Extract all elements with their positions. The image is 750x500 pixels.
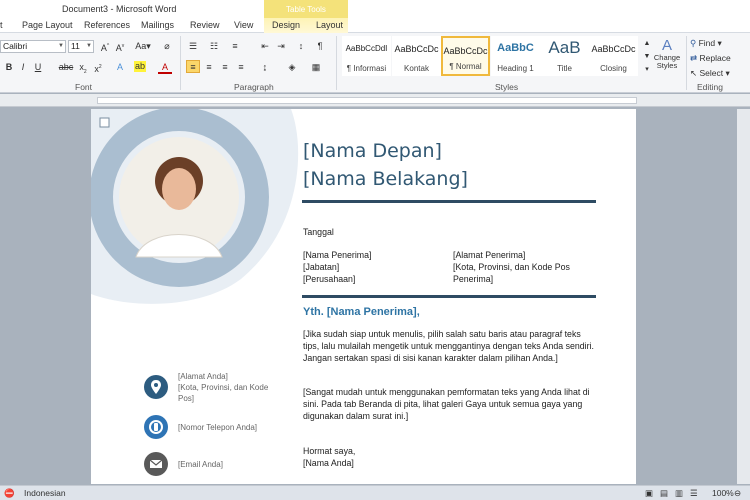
ribbon-tab-bar: t Page Layout References Mailings Review…: [0, 18, 750, 33]
tab-layout[interactable]: Layout: [316, 20, 343, 30]
contact-phone[interactable]: [Nomor Telepon Anda]: [178, 423, 257, 433]
vertical-scrollbar[interactable]: [737, 109, 750, 484]
contact-address-line2[interactable]: [Kota, Provinsi, dan Kode: [178, 383, 268, 393]
style-title[interactable]: AaB Title: [540, 36, 589, 76]
font-color-icon[interactable]: A: [158, 61, 172, 74]
table-tools-context-label: Table Tools: [264, 0, 348, 18]
last-name-heading[interactable]: [Nama Belakang]: [303, 168, 468, 190]
body-paragraph-1[interactable]: [Jika sudah siap untuk menulis, pilih sa…: [303, 328, 595, 364]
font-name-combo[interactable]: Calibri ▼: [0, 40, 66, 53]
style-kontak[interactable]: AaBbCcDc Kontak: [392, 36, 441, 76]
ruler-track: [97, 97, 637, 104]
styles-group-label: Styles: [495, 82, 519, 92]
group-separator: [180, 36, 181, 90]
binoculars-icon: ⚲: [690, 38, 699, 48]
style-closing[interactable]: AaBbCcDc Closing: [589, 36, 638, 76]
decrease-indent-icon[interactable]: ⇤: [258, 40, 272, 53]
contact-address-line3[interactable]: Pos]: [178, 394, 194, 404]
horizontal-ruler[interactable]: [0, 94, 750, 107]
editing-group-label: Editing: [697, 82, 723, 92]
justify-button[interactable]: ≡: [234, 61, 248, 74]
underline-button[interactable]: U: [31, 61, 45, 74]
bold-button[interactable]: B: [2, 61, 16, 74]
full-screen-view-icon[interactable]: ▤: [660, 488, 668, 499]
find-button[interactable]: ⚲ Find ▾: [690, 38, 722, 49]
strikethrough-button[interactable]: abc: [58, 61, 74, 74]
ribbon: Calibri ▼ 11 ▼ A^ Av Aa▾ ⌀ B I U abc x2 x2…: [0, 33, 750, 93]
grow-font-button[interactable]: A^: [98, 40, 112, 53]
body-paragraph-2[interactable]: [Sangat mudah untuk menggunakan pemforma…: [303, 386, 595, 422]
tab-mailings[interactable]: Mailings: [141, 20, 174, 30]
change-styles-icon: A: [661, 37, 672, 54]
show-formatting-marks-icon[interactable]: ¶: [313, 40, 327, 53]
tab-references[interactable]: References: [84, 20, 130, 30]
recipient-address[interactable]: [Alamat Penerima]: [453, 249, 525, 261]
tab-page-layout[interactable]: Page Layout: [22, 20, 73, 30]
phone-icon: [144, 415, 168, 439]
recipient-title[interactable]: [Jabatan]: [303, 261, 339, 273]
recipient-city-line2[interactable]: Penerima]: [453, 273, 493, 285]
italic-button[interactable]: I: [16, 61, 30, 74]
text-effects-icon[interactable]: A: [113, 61, 127, 74]
numbering-icon[interactable]: ☷: [207, 40, 221, 53]
print-layout-view-icon[interactable]: ▣: [645, 488, 653, 499]
shading-icon[interactable]: ◈: [285, 61, 299, 74]
email-icon: [144, 452, 168, 476]
group-separator: [336, 36, 337, 90]
contact-address-line1[interactable]: [Alamat Anda]: [178, 372, 228, 382]
date-field[interactable]: Tanggal: [303, 226, 334, 238]
salutation-divider: [302, 295, 596, 298]
clear-formatting-icon[interactable]: ⌀: [160, 40, 174, 53]
style-normal[interactable]: AaBbCcDc ¶ Normal: [441, 36, 490, 76]
recipient-company[interactable]: [Perusahaan]: [303, 273, 355, 285]
document-page[interactable]: [Nama Depan] [Nama Belakang] Tanggal [Na…: [91, 109, 636, 484]
style-informasi[interactable]: AaBbCcDdI ¶ Informasi: [342, 36, 391, 76]
outline-view-icon[interactable]: ☰: [690, 488, 698, 499]
highlight-color-icon[interactable]: ab: [134, 61, 146, 72]
tab-insert[interactable]: t: [0, 20, 3, 30]
heading-divider: [302, 200, 596, 203]
contact-email[interactable]: [Email Anda]: [178, 460, 223, 470]
group-separator: [686, 36, 687, 90]
shrink-font-button[interactable]: Av: [113, 40, 127, 53]
align-center-button[interactable]: ≡: [202, 61, 216, 74]
zoom-out-icon[interactable]: ⊖: [734, 488, 741, 499]
window-title: Document3 - Microsoft Word: [62, 4, 177, 14]
style-heading-1[interactable]: AaBbC Heading 1: [491, 36, 540, 76]
paragraph-group-label: Paragraph: [234, 82, 274, 92]
salutation[interactable]: Yth. [Nama Penerima],: [303, 306, 420, 318]
change-styles-button[interactable]: A Change Styles: [650, 37, 684, 79]
borders-icon[interactable]: ▦: [309, 61, 323, 74]
increase-indent-icon[interactable]: ⇥: [274, 40, 288, 53]
change-case-button[interactable]: Aa▾: [134, 40, 152, 53]
line-spacing-icon[interactable]: ↨: [258, 61, 272, 74]
zoom-level[interactable]: 100%: [712, 488, 734, 498]
multilevel-list-icon[interactable]: ≡: [228, 40, 242, 53]
superscript-button[interactable]: x2: [91, 61, 105, 74]
signature-name[interactable]: [Nama Anda]: [303, 457, 354, 469]
status-bar: ⛔ Indonesian ▣ ▤ ▥ ☰ 100% ⊖: [0, 485, 750, 500]
subscript-button[interactable]: x2: [76, 61, 90, 75]
tab-design[interactable]: Design: [272, 20, 300, 30]
recipient-city-line1[interactable]: [Kota, Provinsi, dan Kode Pos: [453, 261, 570, 273]
align-left-button[interactable]: ≡: [186, 60, 200, 73]
proofing-status-icon[interactable]: ⛔: [4, 488, 15, 499]
recipient-name[interactable]: [Nama Penerima]: [303, 249, 371, 261]
bullets-icon[interactable]: ☰: [186, 40, 200, 53]
closing-text[interactable]: Hormat saya,: [303, 445, 355, 457]
tab-view[interactable]: View: [234, 20, 253, 30]
web-layout-view-icon[interactable]: ▥: [675, 488, 683, 499]
select-button[interactable]: ↖ Select ▾: [690, 68, 730, 79]
font-group-label: Font: [75, 82, 93, 92]
replace-button[interactable]: ⇄ Replace: [690, 53, 731, 64]
sort-icon[interactable]: ↕: [294, 40, 308, 53]
location-pin-icon: [144, 375, 168, 399]
tab-review[interactable]: Review: [190, 20, 220, 30]
align-right-button[interactable]: ≡: [218, 61, 232, 74]
font-size-combo[interactable]: 11 ▼: [68, 40, 94, 53]
language-status[interactable]: Indonesian: [24, 488, 66, 498]
first-name-heading[interactable]: [Nama Depan]: [303, 140, 442, 162]
title-bar: Document3 - Microsoft Word: [0, 0, 750, 18]
